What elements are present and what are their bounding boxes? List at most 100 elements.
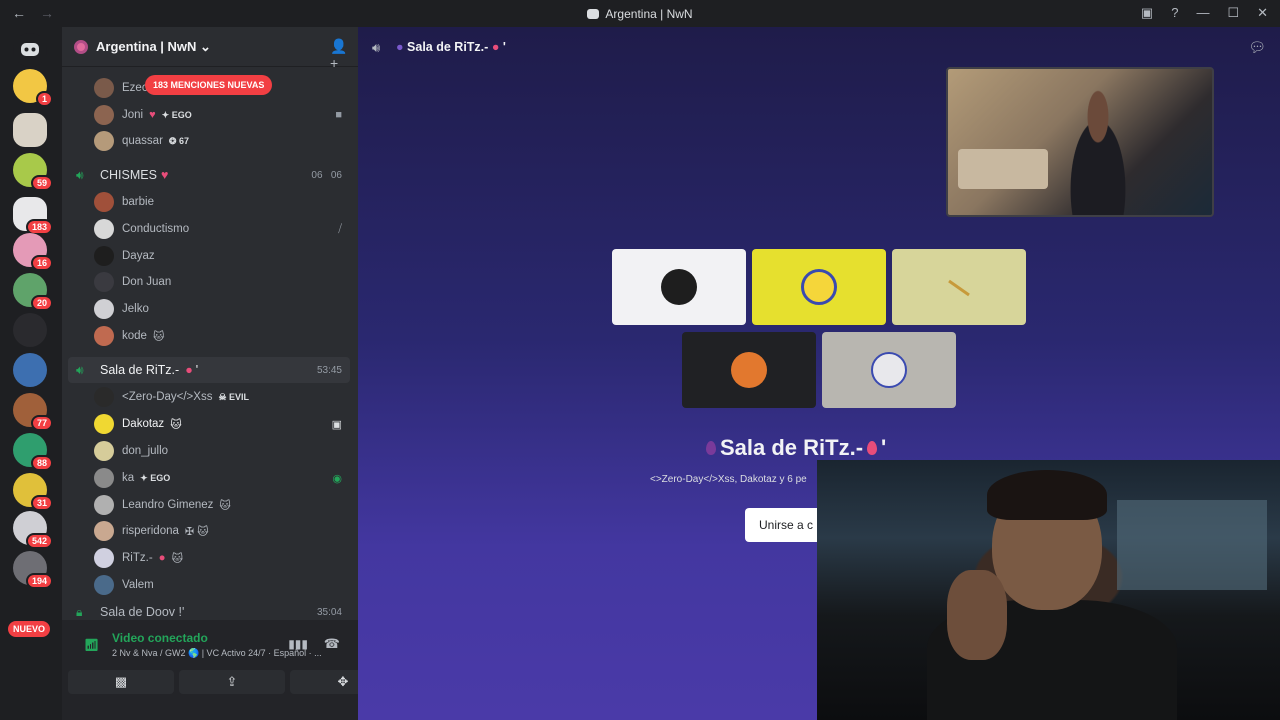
voice-member[interactable]: don_jullo [94,438,346,464]
heart-icon: ♥ [160,168,169,182]
server-name[interactable]: Argentina | NwN ⌄ [96,39,211,55]
video-stream-top[interactable] [946,67,1214,217]
member-name: kode [122,330,147,342]
voice-member[interactable]: Valem [94,572,346,598]
voice-member[interactable]: barbie [94,189,346,215]
video-person [1058,89,1138,215]
voice-member[interactable]: Dayaz [94,243,346,269]
member-name: barbie [122,196,154,208]
voice-member[interactable]: Dakotaz 🐱︎ ▣ [94,411,346,437]
guild-icon-3[interactable]: 59 [13,153,53,191]
camera-off-icon[interactable]: ▩ [68,670,174,694]
guild-icon-9[interactable]: 77 [13,393,53,431]
voice-member[interactable]: Conductismo ⧸ [94,216,346,242]
avatar [94,414,114,434]
avatar [94,441,114,461]
guild-icon-13[interactable]: 194 [13,551,53,589]
server-header[interactable]: Argentina | NwN ⌄ 👤+ [62,27,358,71]
participant-tile[interactable] [822,332,956,408]
guild-badge: 194 [25,573,53,589]
avatar [941,269,977,305]
guild-icon-8[interactable] [13,353,47,387]
participant-tile[interactable] [682,332,816,408]
webcam-person-hair [987,470,1107,520]
activity-icon: ◉ [332,472,342,485]
voice-member[interactable]: quassar ❂ 67 [94,128,346,154]
connection-status[interactable]: Video conectado [112,631,208,645]
speaker-icon: 🔊︎ [76,168,84,182]
member-name: Joni [122,109,144,121]
member-name: Valem [122,579,154,591]
participant-tile[interactable] [892,249,1026,325]
video-bed [958,149,1048,189]
voice-member[interactable]: ka ✦ EGO ◉ [94,465,346,491]
avatar [94,219,114,239]
avatar [801,269,837,305]
guild-icon-10[interactable]: 88 [13,433,53,471]
voice-channel-chismes[interactable]: 🔊︎ CHISMES ♥ 06 06 [68,162,350,188]
guild-badge: 1 [35,91,53,107]
participant-tile[interactable] [752,249,886,325]
speaker-icon: 🔊︎ [76,363,84,377]
discord-logo-icon[interactable] [13,33,47,67]
guild-icon-current[interactable]: 183 [13,197,53,235]
voice-member[interactable]: Leandro Gimenez 🐱︎ [94,492,346,518]
member-name: quassar [122,135,163,147]
member-tag: ❂ 67 [168,135,189,146]
user-count: 06 06 [311,169,342,181]
member-tag: ✦ EGO [161,109,192,120]
minimize-icon[interactable]: — [1196,5,1209,21]
hangup-icon[interactable]: ☎ [324,636,340,652]
guild-icon-11[interactable]: 31 [13,473,53,511]
channel-timer: 35:04 [316,606,342,618]
new-guilds-pill[interactable]: NUEVO [8,621,51,637]
screen-share-icon[interactable]: ⇪ [179,670,285,694]
voice-member[interactable]: RiTz.- ● 🐱︎ [94,545,346,571]
participant-tile[interactable] [612,249,746,325]
voice-member[interactable]: Jelko [94,296,346,322]
voice-channel-ritz[interactable]: 🔊︎ Sala de RiTz.- ● ' 53:45 [68,357,350,383]
chat-icon[interactable]: 💬︎ [1248,39,1266,56]
webcam-overlay[interactable] [817,460,1280,720]
guild-icon-7[interactable] [13,313,47,347]
cat-icon: ✠ 🐱︎ [184,525,209,538]
member-tag: ✦ EGO [140,472,171,483]
close-icon[interactable]: ✕ [1257,5,1268,21]
voice-member[interactable]: Don Juan [94,269,346,295]
help-icon[interactable]: ? [1171,5,1178,21]
guild-badge: 16 [30,255,53,271]
title-bar: ← → Argentina | NwN ▣ ? — ☐ ✕ [0,0,1280,27]
avatar [94,468,114,488]
heart-icon: ♥ [149,109,156,121]
guild-icon-2[interactable] [13,113,47,147]
noise-suppression-icon[interactable]: ▮▮▮ [288,637,308,651]
guild-badge: 77 [30,415,53,431]
avatar [94,495,114,515]
voice-member[interactable]: risperidona ✠ 🐱︎ [94,518,346,544]
channel-name: Sala de Doov !' [100,605,185,619]
guild-list: 1 59 183 16 20 77 88 31 542 194 NUEVO [0,27,62,720]
channel-suffix: ' [195,363,199,377]
avatar [94,548,114,568]
member-name: Don Juan [122,276,172,288]
guild-icon-1[interactable]: 1 [13,69,53,107]
inbox-icon[interactable]: ▣ [1141,5,1153,21]
voice-member[interactable]: kode 🐱︎ [94,323,346,349]
channel-name: Sala de RiTz.- [100,363,180,377]
avatar [94,326,114,346]
webcam-background [1117,500,1267,590]
guild-icon-12[interactable]: 542 [13,511,53,549]
guild-icon-5[interactable]: 16 [13,233,53,271]
voice-member[interactable]: <Zero-Day</>Xss ☠ EVIL [94,384,346,410]
new-mentions-pill[interactable]: 183 MENCIONES NUEVAS [145,75,273,95]
voice-channel-next[interactable]: 🔒︎ Sala de Doov !' 35:04 [68,605,350,619]
add-member-icon[interactable]: 👤+ [330,38,347,71]
avatar [94,78,114,98]
drop-icon: ● [158,552,166,564]
voice-member[interactable]: Joni ♥ ✦ EGO ■ [94,102,346,128]
guild-icon-6[interactable]: 20 [13,273,53,311]
channel-sidebar: Argentina | NwN ⌄ 👤+ 183 MENCIONES NUEVA… [62,27,396,720]
avatar [871,352,907,388]
stage-title: Sala de RiTz.- ' [702,435,886,461]
maximize-icon[interactable]: ☐ [1227,5,1239,21]
